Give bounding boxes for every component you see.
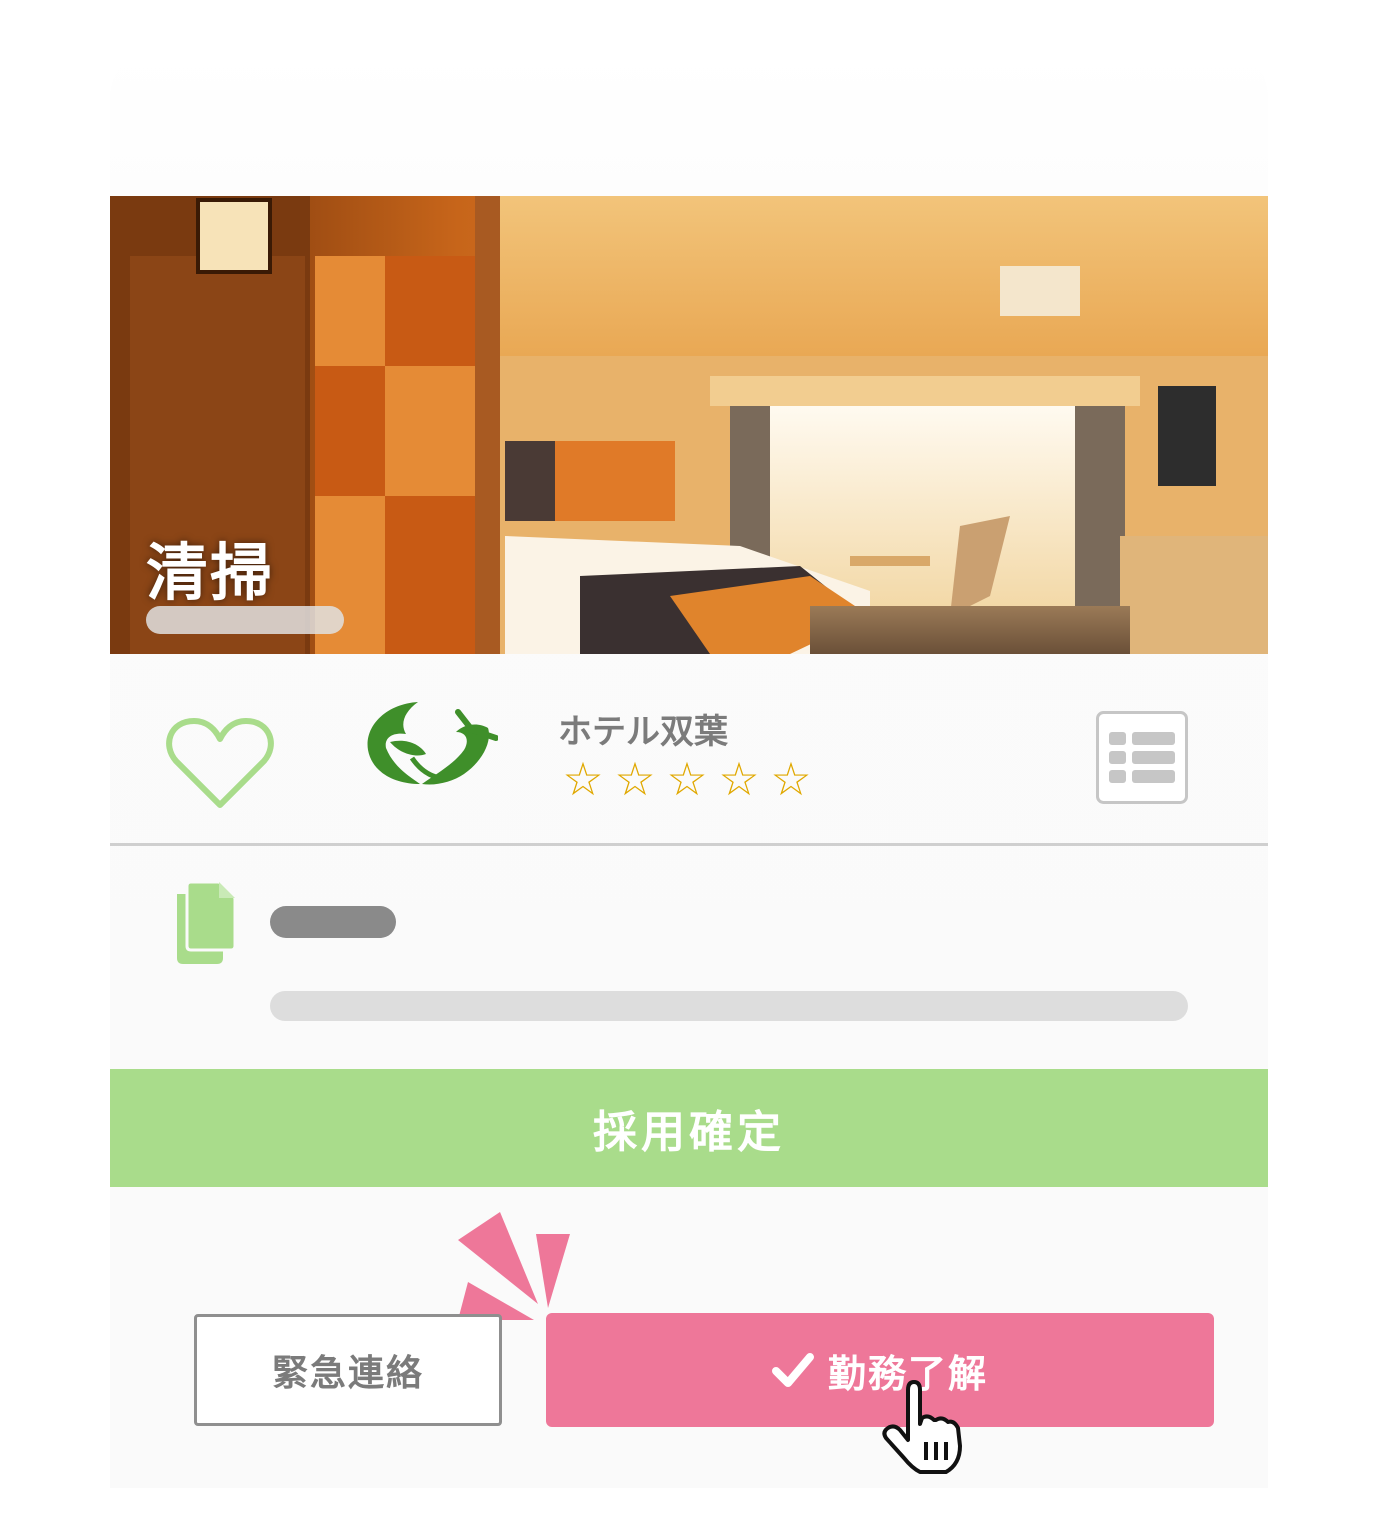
star-icon: ☆ xyxy=(562,752,604,806)
hotel-room-photo xyxy=(110,196,1268,654)
hotel-name: ホテル双葉 xyxy=(558,712,728,752)
heart-icon[interactable] xyxy=(164,713,276,813)
hand-pointer-icon xyxy=(880,1380,966,1476)
section-divider xyxy=(110,843,1268,846)
documents-icon xyxy=(173,880,237,966)
burst-icon xyxy=(456,1212,572,1324)
hiring-confirmed-button[interactable]: 採用確定 xyxy=(110,1069,1268,1187)
hero-image xyxy=(110,196,1268,654)
detail-label-placeholder xyxy=(270,906,396,938)
emergency-contact-button[interactable]: 緊急連絡 xyxy=(194,1314,502,1426)
star-rating: ☆ ☆ ☆ ☆ ☆ xyxy=(558,752,816,806)
job-subtitle-placeholder xyxy=(146,606,344,634)
star-icon: ☆ xyxy=(718,752,760,806)
star-icon: ☆ xyxy=(666,752,708,806)
job-category-title: 清掃 xyxy=(146,536,275,609)
check-icon xyxy=(771,1353,814,1387)
list-icon[interactable] xyxy=(1096,711,1188,804)
detail-text-placeholder xyxy=(270,991,1188,1021)
star-icon: ☆ xyxy=(614,752,656,806)
star-icon: ☆ xyxy=(770,752,812,806)
hotel-logo xyxy=(360,698,499,792)
